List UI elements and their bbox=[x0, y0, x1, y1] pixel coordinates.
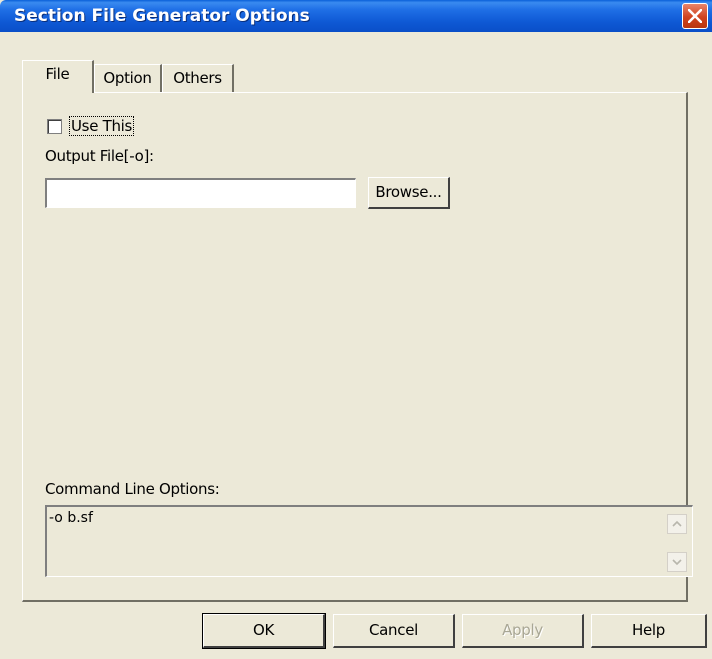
command-line-value: -o b.sf bbox=[49, 510, 93, 526]
scroll-up-button[interactable] bbox=[667, 514, 687, 534]
apply-button[interactable]: Apply bbox=[462, 614, 584, 648]
title-bar[interactable]: Section File Generator Options bbox=[0, 0, 712, 32]
output-file-label: Output File[-o]: bbox=[45, 147, 154, 165]
use-this-label[interactable]: Use This bbox=[68, 116, 135, 136]
close-button[interactable] bbox=[682, 3, 708, 29]
tab-others[interactable]: Others bbox=[162, 64, 234, 92]
close-icon bbox=[688, 9, 702, 23]
tab-option[interactable]: Option bbox=[94, 64, 162, 92]
scroll-up-arrow-icon bbox=[672, 520, 682, 527]
window-title: Section File Generator Options bbox=[14, 6, 310, 26]
tab-file[interactable]: File bbox=[22, 60, 94, 93]
command-line-textarea[interactable]: -o b.sf bbox=[45, 505, 693, 577]
tab-file-label: File bbox=[45, 65, 70, 83]
cancel-button[interactable]: Cancel bbox=[333, 614, 455, 648]
output-file-input[interactable] bbox=[45, 178, 356, 208]
scroll-down-button[interactable] bbox=[667, 552, 687, 572]
help-button[interactable]: Help bbox=[591, 614, 707, 648]
ok-button[interactable]: OK bbox=[202, 613, 326, 649]
use-this-checkbox[interactable] bbox=[47, 119, 62, 134]
tab-others-label: Others bbox=[173, 69, 222, 87]
command-line-label: Command Line Options: bbox=[45, 480, 220, 498]
browse-button[interactable]: Browse... bbox=[368, 177, 450, 209]
tab-option-label: Option bbox=[103, 69, 152, 87]
scroll-down-arrow-icon bbox=[672, 559, 682, 566]
